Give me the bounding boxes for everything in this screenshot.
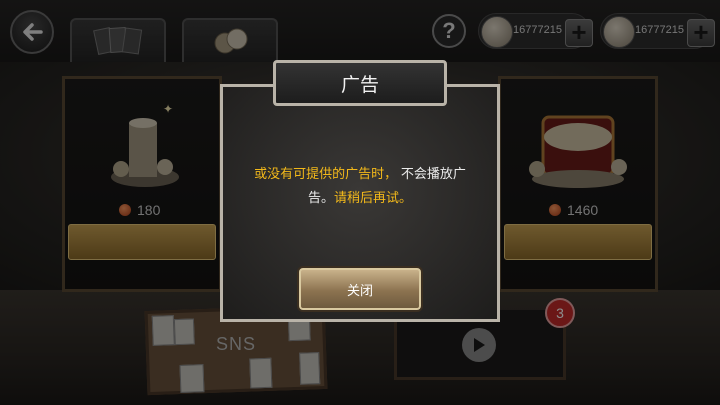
dialog-message-part: 告。	[307, 190, 334, 205]
dialog-message-part: 请稍后再试。	[334, 190, 413, 205]
dialog-message-part: 或没有可提供的广告时，	[254, 166, 398, 181]
close-button[interactable]: 关闭	[299, 268, 421, 310]
dialog-title: 广告	[273, 60, 447, 106]
dialog-message-part: 不会播放广	[400, 166, 466, 181]
dialog-message: 或没有可提供的广告时， 不会播放广 告。请稍后再试。	[228, 162, 492, 210]
